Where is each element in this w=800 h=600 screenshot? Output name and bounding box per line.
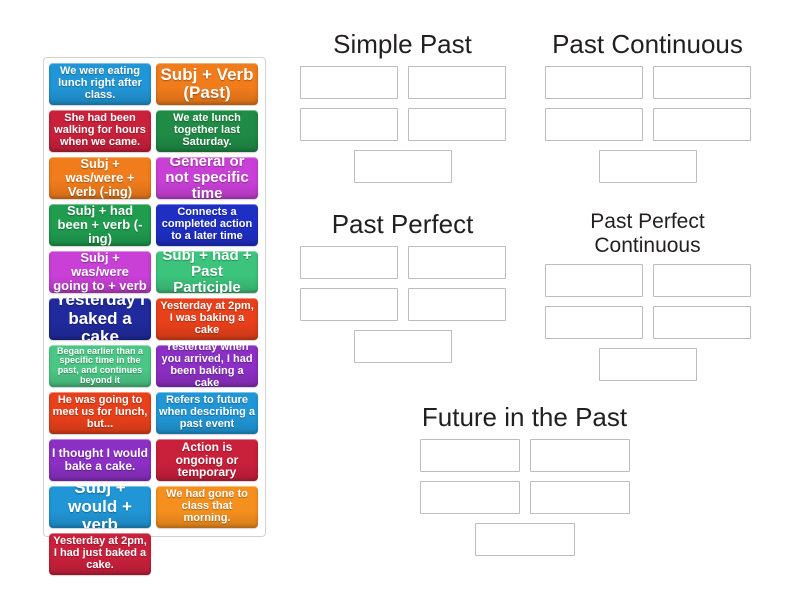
slot-row [535,306,760,339]
category-title: Future in the Past [412,403,637,432]
tile-label: Refers to future when describing a past … [159,395,255,431]
tile-label: Subj + had been + verb (-ing) [52,204,148,246]
drop-slot[interactable] [530,481,630,514]
drop-slot[interactable] [545,108,643,141]
tile-label: Subj + was/were + Verb (-ing) [52,157,148,199]
slot-row [290,246,515,279]
slot-row [290,108,515,141]
drop-slot[interactable] [300,246,398,279]
drop-slot[interactable] [530,439,630,472]
drop-slot[interactable] [420,439,520,472]
tile-tray: We were eating lunch right after class. S… [43,57,266,537]
drop-slot[interactable] [475,523,575,556]
slot-row [412,481,637,514]
tile-label: Began earlier than a specific time in th… [52,347,148,386]
draggable-tile[interactable]: Connects a completed action to a later t… [156,204,258,246]
slot-row [412,523,637,556]
draggable-tile[interactable]: Subj + was/were going to + verb [49,251,151,293]
drop-slot[interactable] [408,108,506,141]
draggable-tile[interactable]: Subj + Verb (Past) [156,63,258,105]
slot-row [290,66,515,99]
category-future-in-the-past: Future in the Past [412,403,637,565]
slot-row [535,348,760,381]
tile-label: Action is ongoing or temporary [159,441,255,480]
draggable-tile[interactable]: Subj + had been + verb (-ing) [49,204,151,246]
drop-slot[interactable] [545,264,643,297]
tile-label: Subj + was/were going to + verb [52,251,148,293]
draggable-tile[interactable]: He was going to meet us for lunch, but..… [49,392,151,434]
drop-slot[interactable] [408,288,506,321]
drop-slot[interactable] [354,150,452,183]
tile-label: We had gone to class that morning. [159,489,255,525]
draggable-tile[interactable]: Subj + would + verb [49,486,151,528]
category-title: Past Perfect Continuous [535,210,760,257]
draggable-tile[interactable]: Refers to future when describing a past … [156,392,258,434]
tile-label: I thought I would bake a cake. [52,447,148,473]
slot-row [535,108,760,141]
tile-grid: We were eating lunch right after class. S… [49,63,260,575]
drop-slot[interactable] [599,150,697,183]
tile-label: He was going to meet us for lunch, but..… [52,395,148,431]
drop-slot[interactable] [545,306,643,339]
category-past-perfect-continuous: Past Perfect Continuous [535,210,760,390]
slot-group [290,246,515,363]
draggable-tile[interactable]: General or not specific time [156,157,258,199]
slot-row [535,150,760,183]
slot-row [290,288,515,321]
tile-label: General or not specific time [159,157,255,199]
drop-slot[interactable] [408,246,506,279]
draggable-tile[interactable]: We were eating lunch right after class. [49,63,151,105]
draggable-tile[interactable]: Subj + was/were + Verb (-ing) [49,157,151,199]
draggable-tile[interactable]: Subj + had + Past Participle [156,251,258,293]
draggable-tile[interactable]: I thought I would bake a cake. [49,439,151,481]
drop-slot[interactable] [300,66,398,99]
drop-slot[interactable] [300,288,398,321]
draggable-tile[interactable]: We ate lunch together last Saturday. [156,110,258,152]
drop-slot[interactable] [300,108,398,141]
tile-label: We ate lunch together last Saturday. [159,113,255,149]
drop-slot[interactable] [420,481,520,514]
drop-slot[interactable] [599,348,697,381]
draggable-tile[interactable]: We had gone to class that morning. [156,486,258,528]
category-title: Past Perfect [290,210,515,239]
slot-row [412,439,637,472]
tile-label: Connects a completed action to a later t… [159,207,255,243]
category-simple-past: Simple Past [290,30,515,192]
tile-label: Yesterday I baked a cake [52,298,148,340]
drop-slot[interactable] [653,306,751,339]
slot-row [535,264,760,297]
category-past-perfect: Past Perfect [290,210,515,372]
category-title: Past Continuous [535,30,760,59]
draggable-tile[interactable]: Yesterday at 2pm, I was baking a cake [156,298,258,340]
draggable-tile[interactable]: She had been walking for hours when we c… [49,110,151,152]
tile-label: She had been walking for hours when we c… [52,113,148,149]
slot-row [290,330,515,363]
tile-label: Subj + would + verb [52,486,148,528]
draggable-tile[interactable]: Yesterday I baked a cake [49,298,151,340]
slot-row [535,66,760,99]
tile-label: We were eating lunch right after class. [52,66,148,102]
tile-label: Subj + had + Past Participle [159,251,255,293]
category-past-continuous: Past Continuous [535,30,760,192]
slot-group [290,66,515,183]
draggable-tile[interactable]: Yesterday at 2pm, I had just baked a cak… [49,533,151,575]
drop-slot[interactable] [408,66,506,99]
slot-group [535,264,760,381]
drop-slot[interactable] [354,330,452,363]
slot-row [290,150,515,183]
drop-slot[interactable] [545,66,643,99]
tile-label: Subj + Verb (Past) [159,66,255,103]
slot-group [535,66,760,183]
drop-slot[interactable] [653,66,751,99]
draggable-tile[interactable]: Yesterday when you arrived, I had been b… [156,345,258,387]
tile-label: Yesterday at 2pm, I had just baked a cak… [52,536,148,572]
draggable-tile[interactable]: Began earlier than a specific time in th… [49,345,151,387]
drop-slot[interactable] [653,264,751,297]
slot-group [412,439,637,556]
tile-label: Yesterday at 2pm, I was baking a cake [159,301,255,337]
draggable-tile[interactable]: Action is ongoing or temporary [156,439,258,481]
drop-slot[interactable] [653,108,751,141]
tile-label: Yesterday when you arrived, I had been b… [159,345,255,387]
category-title: Simple Past [290,30,515,59]
